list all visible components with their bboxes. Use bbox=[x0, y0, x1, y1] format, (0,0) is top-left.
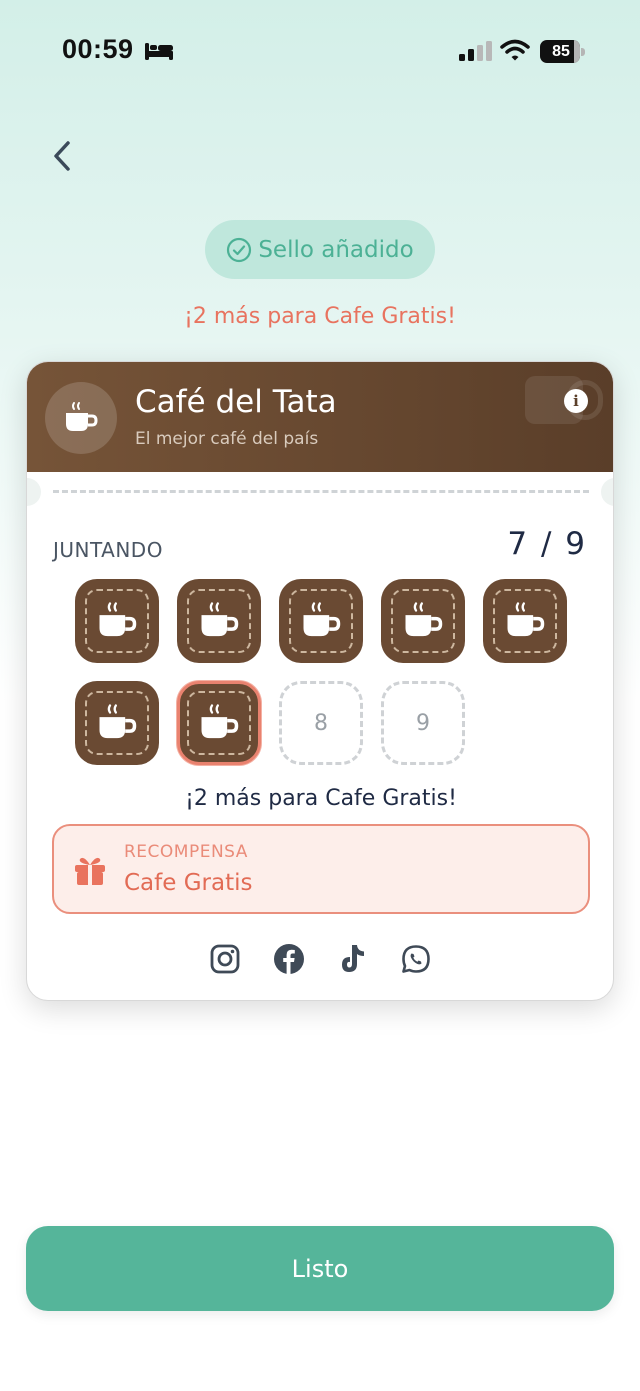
instagram-button[interactable] bbox=[208, 942, 242, 976]
reward-box[interactable]: RECOMPENSA Cafe Gratis bbox=[52, 824, 590, 914]
gift-icon bbox=[75, 857, 105, 885]
stamp-count: 7 / 9 bbox=[507, 526, 587, 562]
remaining-message-card: ¡2 más para Cafe Gratis! bbox=[185, 786, 457, 811]
stamp-slot-filled bbox=[483, 579, 567, 663]
back-button[interactable] bbox=[42, 136, 82, 176]
stamp-slot-empty: 9 bbox=[381, 681, 465, 765]
loyalty-card: Café del Tata El mejor café del país i J… bbox=[26, 361, 614, 1001]
whatsapp-icon bbox=[402, 945, 430, 973]
remaining-message: ¡2 más para Cafe Gratis! bbox=[184, 304, 456, 329]
coffee-cup-icon bbox=[303, 602, 341, 637]
coffee-cup-icon bbox=[507, 602, 545, 637]
check-circle-icon bbox=[227, 237, 252, 262]
info-button[interactable]: i bbox=[564, 389, 588, 413]
status-bar: 00:59 85 bbox=[0, 0, 640, 100]
reward-label: RECOMPENSA bbox=[124, 842, 248, 862]
coffee-cup-icon bbox=[201, 602, 239, 637]
instagram-icon bbox=[210, 944, 240, 974]
tiktok-button[interactable] bbox=[335, 942, 369, 976]
stamp-slot-new bbox=[177, 681, 261, 765]
battery-level: 85 bbox=[552, 43, 570, 60]
coffee-cup-icon bbox=[201, 704, 239, 739]
coffee-cup-icon bbox=[99, 602, 137, 637]
facebook-icon bbox=[274, 944, 304, 974]
shop-tagline: El mejor café del país bbox=[135, 429, 319, 449]
stamp-slot-filled bbox=[75, 579, 159, 663]
tiktok-icon bbox=[342, 945, 364, 972]
stamp-slot-filled bbox=[177, 579, 261, 663]
stamp-added-badge: Sello añadido bbox=[205, 220, 435, 279]
stamp-slot-number: 8 bbox=[314, 710, 328, 736]
chevron-left-icon bbox=[54, 141, 70, 171]
coffee-cup-icon bbox=[99, 704, 137, 739]
card-header: Café del Tata El mejor café del país i bbox=[27, 362, 613, 472]
coffee-cup-icon bbox=[405, 602, 443, 637]
signal-icon bbox=[459, 41, 492, 61]
reward-name: Cafe Gratis bbox=[124, 870, 253, 896]
status-time: 00:59 bbox=[62, 34, 134, 64]
stamp-added-text: Sello añadido bbox=[258, 236, 414, 263]
shop-name: Café del Tata bbox=[135, 384, 337, 420]
stamp-slot-filled bbox=[381, 579, 465, 663]
whatsapp-button[interactable] bbox=[399, 942, 433, 976]
stamp-slot-filled bbox=[279, 579, 363, 663]
stamp-slot-number: 9 bbox=[416, 710, 430, 736]
shop-logo bbox=[45, 382, 117, 454]
collecting-label: JUNTANDO bbox=[53, 538, 163, 562]
done-button[interactable]: Listo bbox=[26, 1226, 614, 1311]
perforation-divider bbox=[53, 490, 589, 493]
stamp-slot-empty: 8 bbox=[279, 681, 363, 765]
wifi-icon bbox=[500, 39, 530, 61]
bed-icon bbox=[145, 43, 173, 60]
facebook-button[interactable] bbox=[272, 942, 306, 976]
battery-indicator: 85 bbox=[540, 40, 586, 63]
stamp-slot-filled bbox=[75, 681, 159, 765]
coffee-cup-icon bbox=[66, 402, 98, 431]
